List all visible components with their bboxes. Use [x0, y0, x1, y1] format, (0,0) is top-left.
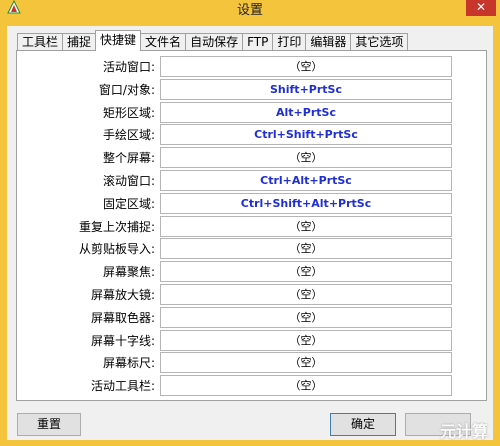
- hotkey-label: 屏幕聚焦:: [102, 265, 155, 280]
- hotkey-label: 从剪贴板导入:: [78, 242, 155, 257]
- tab-7[interactable]: 编辑器: [305, 33, 352, 51]
- hotkey-label: 固定区域:: [102, 196, 155, 211]
- hotkey-row: 屏幕十字线: （空）: [17, 329, 486, 351]
- hotkey-row: 手绘区域: Ctrl+Shift+PrtSc: [17, 123, 486, 146]
- hotkey-field[interactable]: （空）: [160, 215, 452, 237]
- hotkey-field[interactable]: Ctrl+Alt+PrtSc: [160, 170, 452, 191]
- hotkey-row: 从剪贴板导入: （空）: [17, 237, 486, 260]
- hotkey-label: 屏幕放大镜:: [90, 288, 155, 302]
- hotkey-label: 屏幕标尺:: [102, 356, 155, 371]
- title-bar[interactable]: 设置 ✕: [0, 0, 500, 18]
- hotkey-row: 固定区域: Ctrl+Shift+Alt+PrtSc: [17, 192, 486, 214]
- hotkey-row: 屏幕取色器: （空）: [17, 306, 486, 328]
- hotkey-field[interactable]: Shift+PrtSc: [160, 78, 452, 100]
- hotkey-row: 活动工具栏: （空）: [17, 374, 486, 397]
- hotkey-row: 活动窗口: （空）: [17, 55, 486, 77]
- watermark: 元计算: [439, 422, 488, 441]
- hotkey-label: 重复上次捕捉:: [78, 219, 155, 234]
- hotkey-label: 屏幕取色器:: [90, 310, 155, 325]
- hotkey-field[interactable]: （空）: [160, 238, 452, 260]
- hotkey-field[interactable]: （空）: [160, 329, 452, 351]
- hotkey-field[interactable]: （空）: [160, 375, 452, 397]
- hotkey-row: 屏幕标尺: （空）: [17, 351, 486, 374]
- tab-6[interactable]: 打印: [272, 33, 307, 51]
- hotkey-label: 活动窗口:: [102, 60, 155, 74]
- hotkey-field[interactable]: （空）: [160, 147, 452, 169]
- hotkey-label: 窗口/对象:: [98, 82, 155, 97]
- tab-2[interactable]: 快捷键: [95, 30, 142, 51]
- tab-5[interactable]: FTP: [242, 33, 274, 51]
- hotkey-label: 手绘区域:: [102, 128, 155, 143]
- hotkey-field[interactable]: （空）: [160, 284, 452, 305]
- close-button[interactable]: ✕: [466, 0, 496, 16]
- hotkey-label: 矩形区域:: [102, 105, 155, 120]
- tab-8[interactable]: 其它选项: [350, 33, 409, 51]
- hotkey-row: 屏幕聚焦: （空）: [17, 260, 486, 283]
- tab-4[interactable]: 自动保存: [185, 33, 244, 51]
- dialog-client: 工具栏 捕捉 快捷键 文件名 自动保存 FTP 打印 编辑器 其它选项 活动窗口: （空） 窗口/对…: [7, 26, 493, 440]
- hotkey-field[interactable]: Ctrl+Shift+PrtSc: [160, 124, 452, 146]
- settings-window: 设置 ✕ 工具栏 捕捉 快捷键 文件名 自动保存 FTP 打印 编辑器 其它选项 活动窗口: （空…: [0, 0, 500, 446]
- window-title: 设置: [236, 3, 263, 18]
- hotkey-label: 屏幕十字线:: [90, 333, 155, 348]
- hotkey-label: 活动工具栏:: [90, 379, 155, 394]
- hotkey-field[interactable]: Alt+PrtSc: [160, 101, 452, 123]
- hotkey-field[interactable]: （空）: [160, 352, 452, 374]
- hotkey-row: 屏幕放大镜: （空）: [17, 283, 486, 305]
- hotkey-row: 滚动窗口: Ctrl+Alt+PrtSc: [17, 169, 486, 191]
- hotkeys-panel: 活动窗口: （空） 窗口/对象: Shift+PrtSc 矩形区域: Alt+PrtSc 手…: [16, 50, 487, 401]
- hotkey-row: 重复上次捕捉: （空）: [17, 215, 486, 237]
- tab-0[interactable]: 工具栏: [17, 33, 64, 51]
- tab-strip: 工具栏 捕捉 快捷键 文件名 自动保存 FTP 打印 编辑器 其它选项: [17, 30, 409, 51]
- hotkey-label: 整个屏幕:: [102, 151, 155, 166]
- hotkey-row: 窗口/对象: Shift+PrtSc: [17, 78, 486, 100]
- hotkey-field[interactable]: （空）: [160, 261, 452, 283]
- hotkey-row: 矩形区域: Alt+PrtSc: [17, 101, 486, 123]
- tab-1[interactable]: 捕捉: [62, 33, 97, 51]
- hotkey-field[interactable]: （空）: [160, 56, 452, 77]
- hotkey-field[interactable]: （空）: [160, 306, 452, 328]
- ok-button[interactable]: 确定: [330, 413, 396, 436]
- tab-3[interactable]: 文件名: [140, 33, 187, 51]
- hotkey-field[interactable]: Ctrl+Shift+Alt+PrtSc: [160, 192, 452, 214]
- hotkey-label: 滚动窗口:: [102, 174, 155, 188]
- hotkey-row: 整个屏幕: （空）: [17, 146, 486, 169]
- reset-button[interactable]: 重置: [17, 413, 81, 436]
